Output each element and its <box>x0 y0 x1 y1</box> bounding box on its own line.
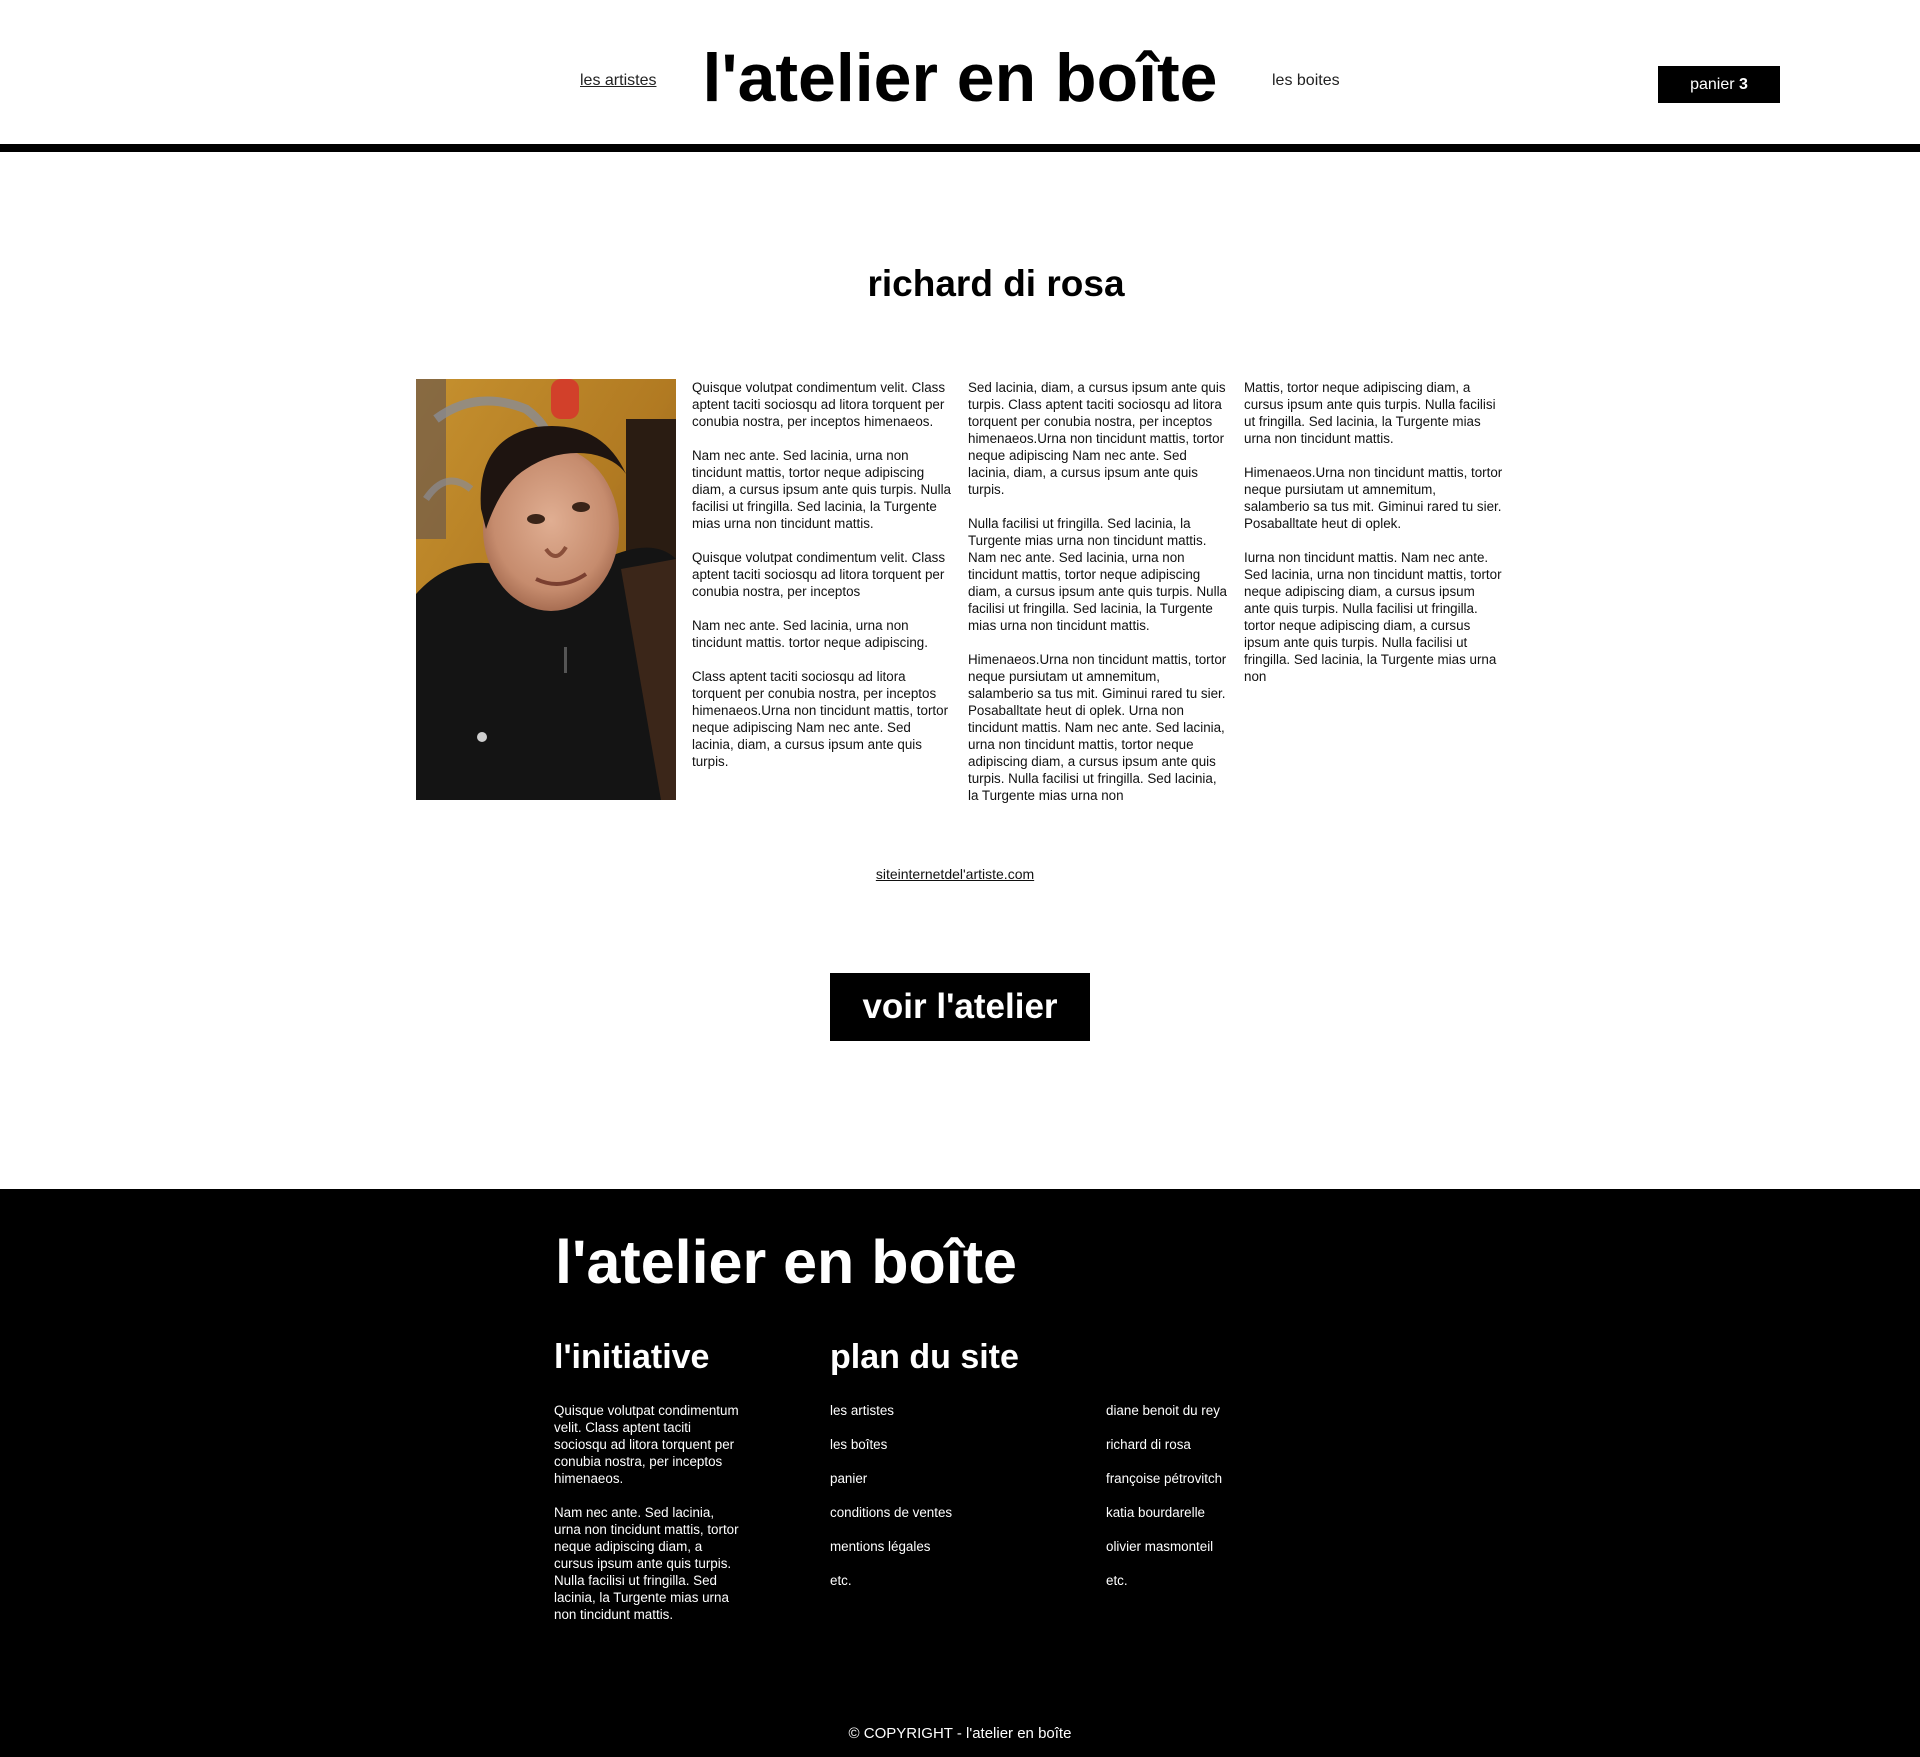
site-logo[interactable]: l'atelier en boîte <box>690 38 1230 118</box>
bio-paragraph: Quisque volutpat condimentum velit. Clas… <box>692 380 946 429</box>
footer-logo[interactable]: l'atelier en boîte <box>555 1225 1017 1299</box>
bio-paragraph: Himenaeos.Urna non tincidunt mattis, tor… <box>1244 465 1503 531</box>
footer-initiative-title: l'initiative <box>554 1338 710 1376</box>
sitemap-link[interactable]: les boîtes <box>830 1436 952 1470</box>
sitemap-link[interactable]: etc. <box>1106 1572 1222 1606</box>
sitemap-link[interactable]: katia bourdarelle <box>1106 1504 1222 1538</box>
cart-button[interactable]: panier 3 <box>1658 66 1780 103</box>
nav-link-artistes[interactable]: les artistes <box>580 72 656 90</box>
bio-paragraph: Sed lacinia, diam, a cursus ipsum ante q… <box>968 380 1226 497</box>
bio-column-1: Quisque volutpat condimentum velit. Clas… <box>692 379 952 787</box>
site-header: les artistes l'atelier en boîte les boit… <box>0 0 1920 152</box>
cart-count: 3 <box>1739 76 1748 93</box>
cart-label: panier <box>1690 76 1735 93</box>
bio-paragraph: Nulla facilisi ut fringilla. Sed lacinia… <box>968 516 1227 633</box>
footer-sitemap-title: plan du site <box>830 1338 1019 1376</box>
bio-paragraph: Iurna non tincidunt mattis. Nam nec ante… <box>1244 550 1502 684</box>
bio-paragraph: Quisque volutpat condimentum velit. Clas… <box>692 550 946 599</box>
sitemap-link[interactable]: les artistes <box>830 1402 952 1436</box>
sitemap-link[interactable]: françoise pétrovitch <box>1106 1470 1222 1504</box>
footer-paragraph: Nam nec ante. Sed lacinia, urna non tinc… <box>554 1505 739 1622</box>
bio-paragraph: Nam nec ante. Sed lacinia, urna non tinc… <box>692 618 928 650</box>
bio-paragraph: Himenaeos.Urna non tincidunt mattis, tor… <box>968 652 1227 803</box>
nav-link-boites[interactable]: les boites <box>1272 72 1340 90</box>
artist-name: richard di rosa <box>867 263 1125 304</box>
sitemap-link[interactable]: diane benoit du rey <box>1106 1402 1222 1436</box>
sitemap-link[interactable]: richard di rosa <box>1106 1436 1222 1470</box>
bio-column-3: Mattis, tortor neque adipiscing diam, a … <box>1244 379 1504 702</box>
bio-column-2: Sed lacinia, diam, a cursus ipsum ante q… <box>968 379 1228 821</box>
sitemap-pages-list: les artistes les boîtes panier condition… <box>830 1402 952 1606</box>
footer-initiative-text: Quisque volutpat condimentum velit. Clas… <box>554 1402 739 1640</box>
sitemap-link[interactable]: conditions de ventes <box>830 1504 952 1538</box>
artist-website-link[interactable]: siteinternetdel'artiste.com <box>0 866 1910 882</box>
sitemap-link[interactable]: panier <box>830 1470 952 1504</box>
voir-atelier-button[interactable]: voir l'atelier <box>830 973 1090 1041</box>
bio-paragraph: Mattis, tortor neque adipiscing diam, a … <box>1244 380 1496 446</box>
artist-photo <box>416 379 676 800</box>
site-footer: l'atelier en boîte l'initiative Quisque … <box>0 1189 1920 1757</box>
sitemap-artists-list: diane benoit du rey richard di rosa fran… <box>1106 1402 1222 1606</box>
bio-paragraph: Class aptent taciti sociosqu ad litora t… <box>692 669 949 769</box>
bio-paragraph: Nam nec ante. Sed lacinia, urna non tinc… <box>692 448 951 531</box>
sitemap-link[interactable]: mentions légales <box>830 1538 952 1572</box>
footer-paragraph: Quisque volutpat condimentum velit. Clas… <box>554 1403 739 1486</box>
sitemap-link[interactable]: etc. <box>830 1572 952 1606</box>
header-divider <box>0 144 1920 152</box>
copyright-text: © COPYRIGHT - l'atelier en boîte <box>848 1725 1072 1742</box>
sitemap-link[interactable]: olivier masmonteil <box>1106 1538 1222 1572</box>
